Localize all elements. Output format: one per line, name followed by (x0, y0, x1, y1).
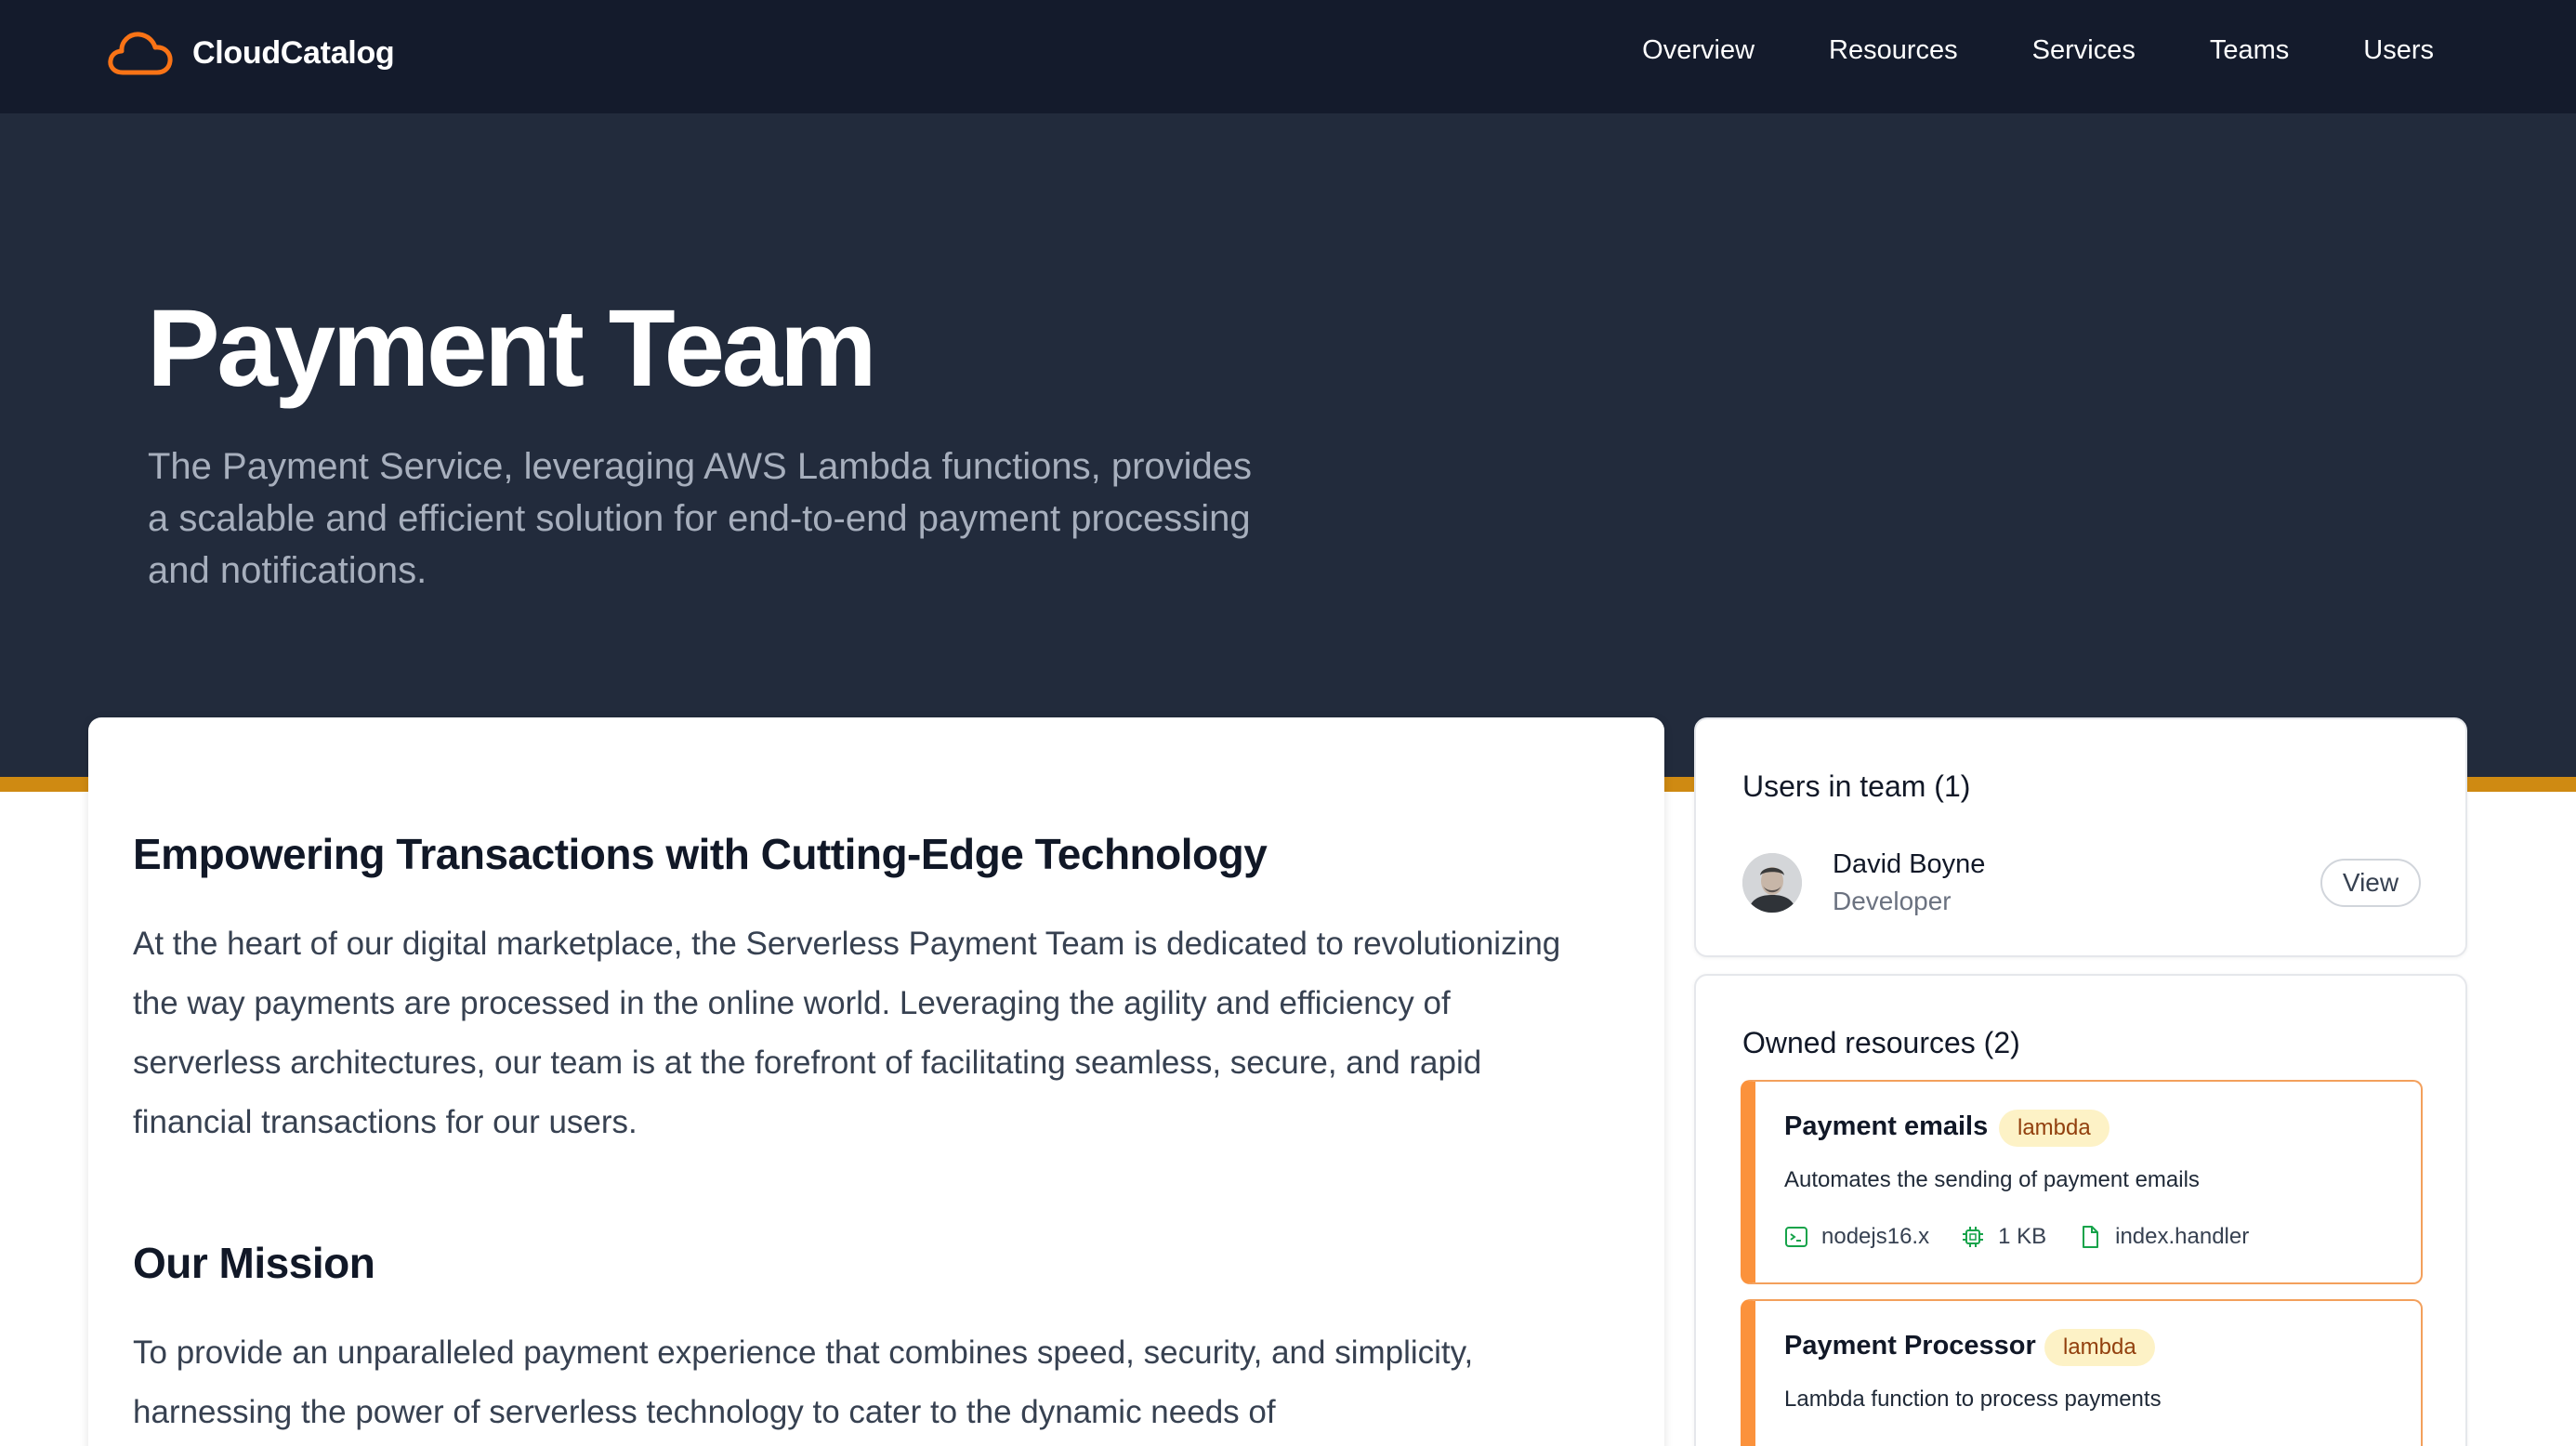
avatar (1742, 853, 1802, 913)
section-heading-mission: Our Mission (133, 1239, 375, 1287)
resource-description: Lambda function to process payments (1784, 1387, 2162, 1412)
size-label: 1 KB (1998, 1224, 2047, 1249)
user-name[interactable]: David Boyne (1833, 849, 1985, 880)
resource-meta: nodejs16.x 1 KB index.handler (1784, 1224, 2280, 1250)
brand-name[interactable]: CloudCatalog (192, 35, 395, 72)
nav-users[interactable]: Users (2363, 35, 2434, 66)
top-navbar: CloudCatalog Overview Resources Services… (0, 0, 2576, 113)
resource-card-payment-emails[interactable]: Payment emails lambda Automates the send… (1741, 1080, 2423, 1284)
page-subtitle: The Payment Service, leveraging AWS Lamb… (148, 446, 1253, 591)
runtime-meta: nodejs16.x (1784, 1224, 1929, 1250)
users-in-team-card: Users in team (1) David Boyne Developer … (1694, 717, 2467, 957)
resource-name[interactable]: Payment emails (1784, 1111, 1988, 1142)
nav-teams[interactable]: Teams (2210, 35, 2289, 66)
nav-services[interactable]: Services (2032, 35, 2136, 66)
resource-type-badge: lambda (2044, 1329, 2155, 1366)
nav-resources[interactable]: Resources (1829, 35, 1958, 66)
size-meta: 1 KB (1961, 1224, 2046, 1250)
section-paragraph-mission: To provide an unparalleled payment exper… (133, 1334, 1474, 1430)
resource-type-badge: lambda (1999, 1110, 2109, 1147)
owned-resources-title: Owned resources (2) (1742, 1026, 2020, 1059)
resource-card-payment-processor[interactable]: Payment Processor lambda Lambda function… (1741, 1299, 2423, 1446)
chip-icon (1963, 1227, 1984, 1247)
terminal-icon (1785, 1227, 1807, 1247)
main-nav: Overview Resources Services Teams Users (1642, 35, 2434, 66)
runtime-label: nodejs16.x (1821, 1224, 1930, 1249)
nav-overview[interactable]: Overview (1642, 35, 1755, 66)
section-heading-empowering: Empowering Transactions with Cutting-Edg… (133, 830, 1268, 878)
file-icon (2083, 1226, 2099, 1248)
user-role: Developer (1833, 887, 1952, 915)
page-title: Payment Team (147, 287, 877, 410)
section-paragraph-intro: At the heart of our digital marketplace,… (133, 926, 1561, 1140)
owned-resources-card: Owned resources (2) Payment emails lambd… (1694, 974, 2467, 1446)
view-user-button[interactable]: View (2320, 859, 2421, 907)
users-in-team-title: Users in team (1) (1742, 769, 1971, 803)
team-description-card: Empowering Transactions with Cutting-Edg… (88, 717, 1664, 1446)
resource-name[interactable]: Payment Processor (1784, 1331, 2036, 1361)
cloud-icon[interactable] (106, 26, 175, 82)
handler-label: index.handler (2115, 1224, 2250, 1249)
resource-description: Automates the sending of payment emails (1784, 1167, 2200, 1192)
handler-meta: index.handler (2078, 1224, 2249, 1250)
